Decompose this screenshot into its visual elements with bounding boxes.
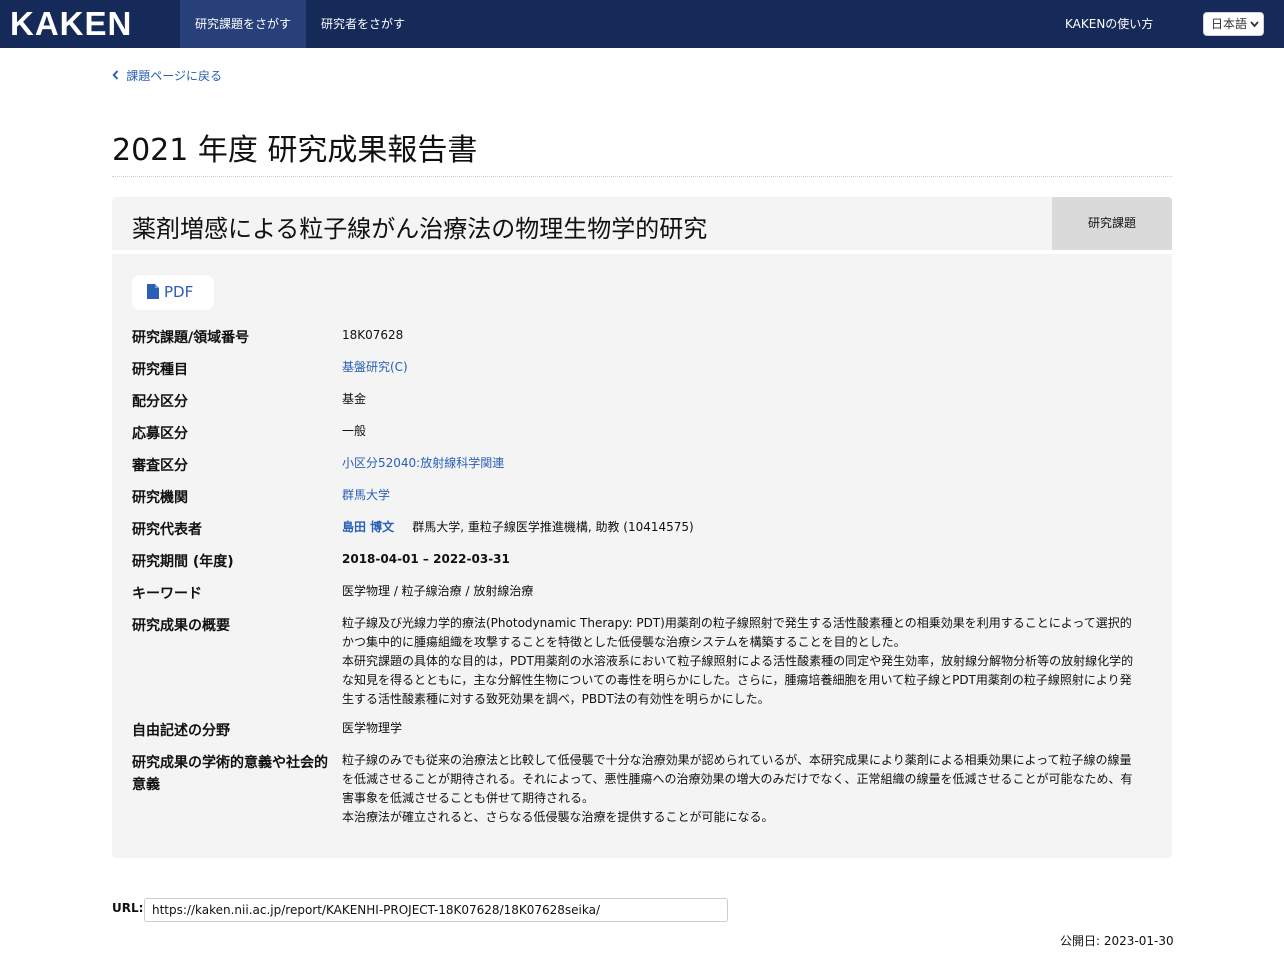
label-period: 研究期間 (年度) — [132, 554, 234, 570]
label-review-section: 審査区分 — [132, 458, 188, 474]
representative-affiliation: 群馬大学, 重粒子線医学推進機構, 助教 (10414575) — [412, 520, 694, 534]
label-institution: 研究機関 — [132, 490, 188, 506]
representative-name-link[interactable]: 島田 博文 — [342, 520, 394, 534]
label-keywords: キーワード — [132, 586, 202, 602]
url-label: URL: — [112, 901, 144, 915]
value-representative: 島田 博文 群馬大学, 重粒子線医学推進機構, 助教 (10414575) — [342, 518, 1137, 537]
value-free-field: 医学物理学 — [342, 721, 403, 735]
value-application: 一般 — [342, 424, 367, 438]
label-significance: 研究成果の学術的意義や社会的意義 — [132, 755, 328, 793]
file-pdf-icon — [147, 277, 159, 299]
value-project-number: 18K07628 — [342, 328, 404, 342]
value-significance: 粒子線のみでも従来の治療法と比較して低侵襲で十分な治療効果が認められているが、本… — [342, 751, 1137, 827]
significance-paragraph-1: 粒子線のみでも従来の治療法と比較して低侵襲で十分な治療効果が認められているが、本… — [342, 753, 1133, 805]
project-header: 薬剤増感による粒子線がん治療法の物理生物学的研究 研究課題 — [112, 197, 1172, 250]
pdf-button-label: PDF — [164, 283, 194, 301]
url-field[interactable] — [144, 898, 728, 922]
report-details-panel: PDF 研究課題/領域番号 18K07628 研究種目 基盤研究(C) 配分区分… — [112, 254, 1172, 858]
label-project-number: 研究課題/領域番号 — [132, 330, 250, 346]
label-summary: 研究成果の概要 — [132, 618, 230, 634]
nav-search-researchers[interactable]: 研究者をさがす — [306, 0, 420, 48]
nav-search-projects[interactable]: 研究課題をさがす — [180, 0, 307, 48]
back-to-project-link[interactable]: 課題ページに戻る — [112, 67, 222, 84]
label-free-field: 自由記述の分野 — [132, 723, 230, 739]
value-summary: 粒子線及び光線力学的療法(Photodynamic Therapy: PDT)用… — [342, 614, 1137, 709]
language-select[interactable]: 日本語 — [1203, 12, 1264, 36]
project-title: 薬剤増感による粒子線がん治療法の物理生物学的研究 — [132, 215, 708, 243]
page-title: 2021 年度 研究成果報告書 — [112, 133, 478, 168]
value-review-section[interactable]: 小区分52040:放射線科学関連 — [342, 454, 1137, 473]
chevron-down-icon — [1250, 14, 1259, 42]
summary-paragraph-1: 粒子線及び光線力学的療法(Photodynamic Therapy: PDT)用… — [342, 616, 1132, 649]
published-date: 公開日: 2023-01-30 — [1060, 934, 1174, 948]
kaken-logo[interactable]: KAKEN — [10, 5, 132, 43]
title-divider — [112, 176, 1172, 177]
value-institution[interactable]: 群馬大学 — [342, 486, 1137, 505]
chevron-left-icon — [112, 69, 123, 83]
nav-help-link[interactable]: KAKENの使い方 — [1065, 0, 1153, 48]
label-application: 応募区分 — [132, 426, 188, 442]
label-allocation: 配分区分 — [132, 394, 188, 410]
navbar: KAKEN 研究課題をさがす 研究者をさがす KAKENの使い方 日本語 — [0, 0, 1284, 48]
language-selected-value: 日本語 — [1211, 17, 1248, 31]
back-link-label: 課題ページに戻る — [126, 69, 222, 83]
significance-paragraph-2: 本治療法が確立されると、さらなる低侵襲な治療を提供することが可能になる。 — [342, 810, 774, 824]
label-research-category: 研究種目 — [132, 362, 188, 378]
label-representative: 研究代表者 — [132, 522, 202, 538]
value-allocation: 基金 — [342, 392, 367, 406]
value-period: 2018-04-01 – 2022-03-31 — [342, 552, 510, 566]
project-type-tag: 研究課題 — [1052, 197, 1172, 250]
summary-paragraph-2: 本研究課題の具体的な目的は，PDT用薬剤の水溶液系において粒子線照射による活性酸… — [342, 654, 1134, 706]
pdf-download-button[interactable]: PDF — [132, 275, 214, 310]
value-research-category[interactable]: 基盤研究(C) — [342, 358, 1137, 377]
value-keywords: 医学物理 / 粒子線治療 / 放射線治療 — [342, 584, 534, 598]
